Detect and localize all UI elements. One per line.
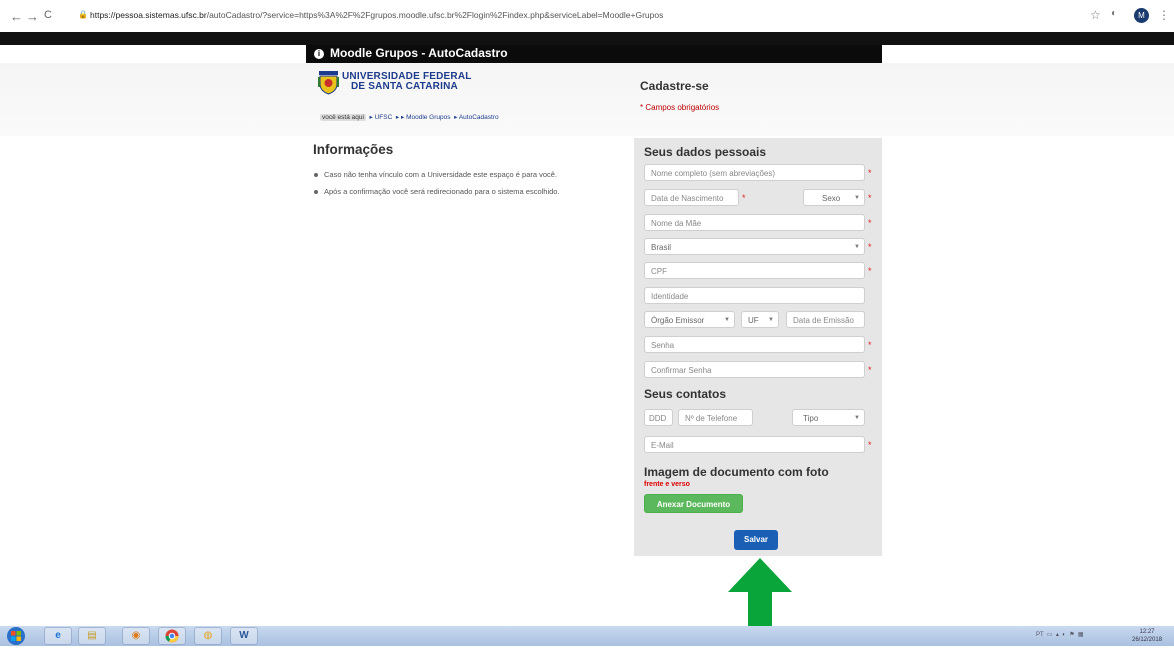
page-title: Moodle Grupos - AutoCadastro: [330, 46, 508, 60]
green-arrow-annotation: [728, 558, 792, 628]
clock-date: 26/12/2018: [1132, 637, 1163, 643]
start-button[interactable]: [6, 626, 28, 646]
chevron-down-icon: ▼: [768, 317, 774, 323]
sex-select[interactable]: Sexo ▼: [803, 189, 865, 206]
breadcrumb-ufsc[interactable]: UFSC: [375, 114, 393, 121]
country-select[interactable]: Brasil ▼: [644, 238, 865, 255]
identity-field[interactable]: Identidade: [644, 287, 865, 304]
profile-avatar[interactable]: M: [1134, 8, 1149, 23]
required-mark: *: [868, 218, 872, 228]
confirm-password-field[interactable]: Confirmar Senha: [644, 361, 865, 378]
system-tray: PT ▭ ▴ ◐ ⚑ ▦: [1036, 632, 1084, 638]
bookmark-star-icon[interactable]: ☆: [1090, 8, 1101, 22]
media-player-icon[interactable]: ◉: [122, 627, 150, 645]
top-dark-band: [0, 32, 1174, 45]
required-mark: *: [742, 193, 746, 203]
menu-kebab-icon[interactable]: ⋮: [1158, 8, 1170, 22]
lock-icon: 🔒: [78, 10, 88, 19]
header-band: [0, 63, 1174, 136]
required-mark: *: [868, 365, 872, 375]
url-host: https://pessoa.sistemas.ufsc.br: [90, 10, 207, 20]
address-bar[interactable]: https://pessoa.sistemas.ufsc.br/autoCada…: [90, 10, 663, 20]
cpf-field[interactable]: CPF: [644, 262, 865, 279]
cadastre-heading: Cadastre-se: [640, 79, 709, 93]
required-mark: *: [868, 242, 872, 252]
document-image-heading: Imagem de documento com foto: [644, 465, 829, 479]
file-explorer-icon[interactable]: ▤: [78, 627, 106, 645]
info-item: Caso não tenha vínculo com a Universidad…: [314, 170, 557, 179]
chevron-down-icon: ▼: [854, 195, 860, 201]
back-button[interactable]: ←: [10, 9, 23, 24]
save-button[interactable]: Salvar: [734, 530, 778, 550]
mother-name-field[interactable]: Nome da Mãe: [644, 214, 865, 231]
ddd-field[interactable]: DDD: [644, 409, 673, 426]
internet-explorer-icon[interactable]: e: [44, 627, 72, 645]
taskbar-clock[interactable]: 12:27 26/12/2018: [1132, 628, 1162, 644]
bullet-icon: [314, 173, 318, 178]
ufsc-logo-emblem: [318, 71, 339, 95]
clock-time: 12:27: [1139, 629, 1155, 635]
password-field[interactable]: Senha: [644, 336, 865, 353]
breadcrumb-autocadastro[interactable]: AutoCadastro: [459, 114, 499, 121]
url-path: /autoCadastro/?service=https%3A%2F%2Fgru…: [206, 10, 664, 20]
full-name-field[interactable]: Nome completo (sem abreviações): [644, 164, 865, 181]
phone-field[interactable]: Nº de Telefone: [678, 409, 753, 426]
issue-date-field[interactable]: Data de Emissão: [786, 311, 865, 328]
chevron-down-icon: ▼: [854, 244, 860, 250]
required-mark: *: [868, 193, 872, 203]
issuing-agency-select[interactable]: Órgão Emissor ▼: [644, 311, 735, 328]
required-mark: *: [868, 168, 872, 178]
required-note: * Campos obrigatórios: [640, 103, 720, 112]
chevron-down-icon: ▼: [854, 415, 860, 421]
birth-date-field[interactable]: Data de Nascimento: [644, 189, 739, 206]
extension-icon[interactable]: ◐: [1111, 8, 1117, 19]
document-subtitle: frente e verso: [644, 481, 690, 488]
phone-type-select[interactable]: Tipo ▼: [792, 409, 865, 426]
info-item: Após a confirmação você será redireciona…: [314, 187, 560, 196]
email-field[interactable]: E-Mail: [644, 436, 865, 453]
breadcrumb: você está aqui ▸ UFSC ▸ ▸ Moodle Grupos …: [320, 114, 499, 121]
paint-icon[interactable]: ◍: [194, 627, 222, 645]
language-indicator[interactable]: PT: [1036, 632, 1044, 638]
windows-logo-icon: [7, 627, 25, 645]
required-mark: *: [868, 440, 872, 450]
word-icon[interactable]: W: [230, 627, 258, 645]
required-mark: *: [868, 340, 872, 350]
bullet-icon: [314, 190, 318, 195]
info-icon: i: [314, 49, 324, 59]
forward-button[interactable]: →: [26, 9, 39, 24]
required-mark: *: [868, 266, 872, 276]
university-name-line2: DE SANTA CATARINA: [351, 81, 458, 92]
chevron-down-icon: ▼: [724, 317, 730, 323]
info-heading: Informações: [313, 142, 394, 157]
reload-button[interactable]: C: [44, 9, 52, 21]
personal-data-heading: Seus dados pessoais: [644, 145, 767, 159]
uf-select[interactable]: UF ▼: [741, 311, 779, 328]
breadcrumb-here: você está aqui: [320, 114, 366, 121]
chrome-icon[interactable]: [158, 627, 186, 645]
contacts-heading: Seus contatos: [644, 387, 727, 401]
breadcrumb-moodle-grupos[interactable]: Moodle Grupos: [406, 114, 450, 121]
attach-document-button[interactable]: Anexar Documento: [644, 494, 743, 513]
